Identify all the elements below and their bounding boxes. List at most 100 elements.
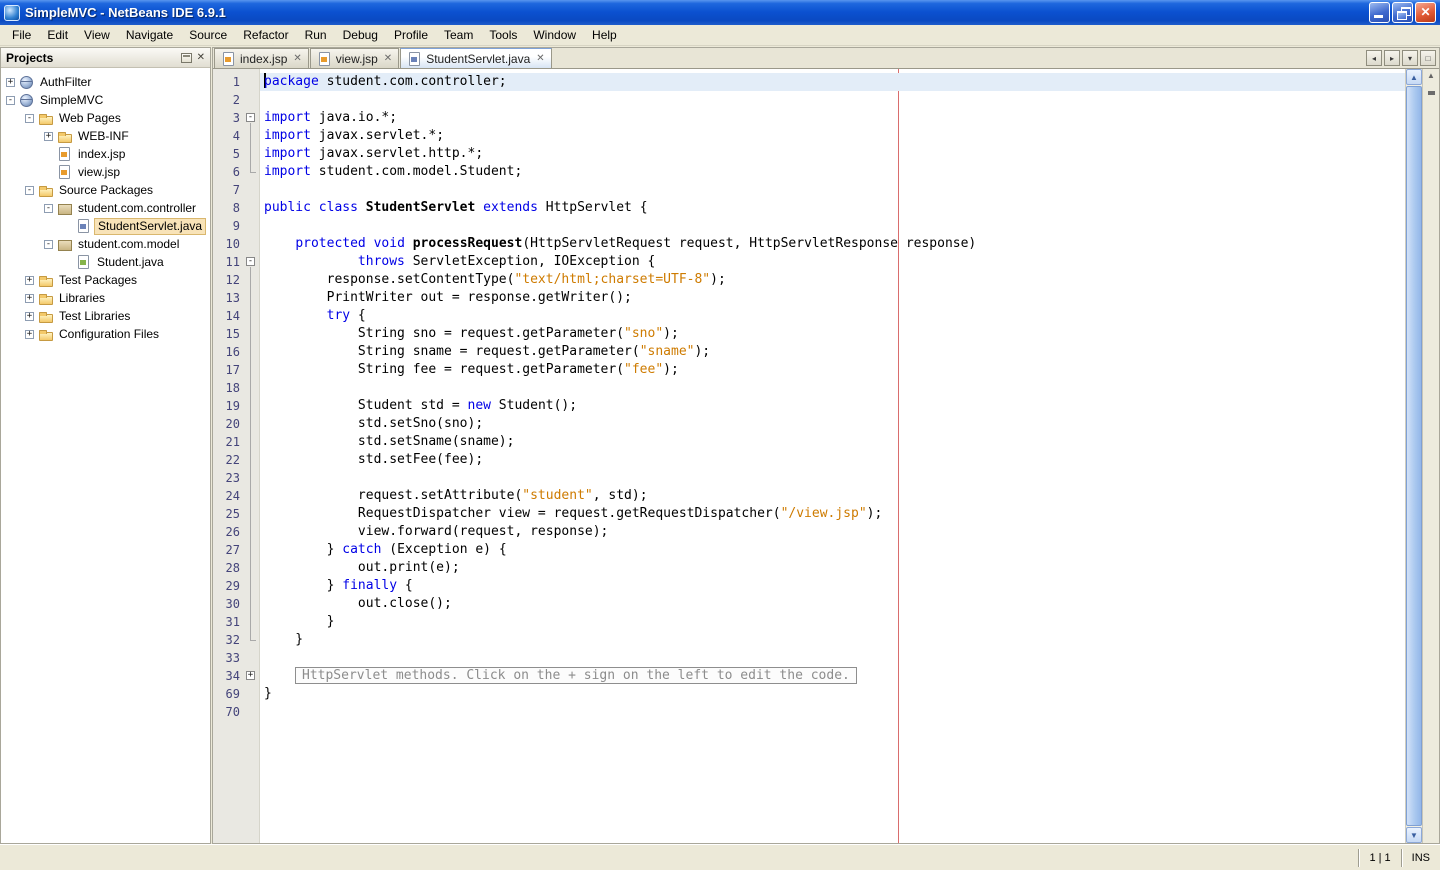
collapse-fold-icon[interactable]: -	[246, 257, 255, 266]
expand-icon[interactable]: +	[25, 276, 34, 285]
collapse-fold-icon[interactable]: -	[246, 113, 255, 122]
menu-view[interactable]: View	[76, 26, 118, 44]
scroll-tabs-right-button[interactable]: ▸	[1384, 50, 1400, 66]
tree-node-test-packages[interactable]: +Test Packages	[1, 271, 210, 289]
tree-node-view-jsp[interactable]: view.jsp	[1, 163, 210, 181]
menu-help[interactable]: Help	[584, 26, 625, 44]
tab-index-jsp[interactable]: index.jsp✕	[214, 48, 309, 68]
opened-documents-list-button[interactable]: ▾	[1402, 50, 1418, 66]
menu-team[interactable]: Team	[436, 26, 481, 44]
tab-studentservlet-java[interactable]: StudentServlet.java✕	[400, 48, 551, 68]
code-line-3[interactable]: 3-import java.io.*;	[213, 109, 1407, 127]
collapse-icon[interactable]: -	[44, 240, 53, 249]
code-line-16[interactable]: 16 String sname = request.getParameter("…	[213, 343, 1407, 361]
code-line-10[interactable]: 10 protected void processRequest(HttpSer…	[213, 235, 1407, 253]
scroll-tabs-left-button[interactable]: ◂	[1366, 50, 1382, 66]
tree-node-index-jsp[interactable]: index.jsp	[1, 145, 210, 163]
expand-icon[interactable]: +	[6, 78, 15, 87]
code-line-23[interactable]: 23	[213, 469, 1407, 487]
tree-node-test-libraries[interactable]: +Test Libraries	[1, 307, 210, 325]
collapse-icon[interactable]: -	[25, 114, 34, 123]
tree-node-configuration-files[interactable]: +Configuration Files	[1, 325, 210, 343]
code-line-2[interactable]: 2	[213, 91, 1407, 109]
scroll-up-icon[interactable]: ▲	[1406, 69, 1422, 85]
expand-icon[interactable]: +	[25, 330, 34, 339]
code-line-5[interactable]: 5import javax.servlet.http.*;	[213, 145, 1407, 163]
menu-run[interactable]: Run	[297, 26, 335, 44]
code-line-21[interactable]: 21 std.setSname(sname);	[213, 433, 1407, 451]
close-button[interactable]	[1415, 2, 1436, 23]
code-line-29[interactable]: 29 } finally {	[213, 577, 1407, 595]
code-line-26[interactable]: 26 view.forward(request, response);	[213, 523, 1407, 541]
minimize-button[interactable]	[1369, 2, 1390, 23]
menu-navigate[interactable]: Navigate	[118, 26, 181, 44]
menu-profile[interactable]: Profile	[386, 26, 436, 44]
tree-node-web-pages[interactable]: -Web Pages	[1, 109, 210, 127]
tree-node-web-inf[interactable]: +WEB-INF	[1, 127, 210, 145]
tree-node-libraries[interactable]: +Libraries	[1, 289, 210, 307]
code-line-1[interactable]: 1package student.com.controller;	[213, 73, 1407, 91]
code-line-19[interactable]: 19 Student std = new Student();	[213, 397, 1407, 415]
menu-window[interactable]: Window	[525, 26, 584, 44]
code-line-22[interactable]: 22 std.setFee(fee);	[213, 451, 1407, 469]
close-tab-icon[interactable]: ✕	[536, 54, 544, 64]
code-line-12[interactable]: 12 response.setContentType("text/html;ch…	[213, 271, 1407, 289]
code-line-15[interactable]: 15 String sno = request.getParameter("sn…	[213, 325, 1407, 343]
code-line-69[interactable]: 69}	[213, 685, 1407, 703]
expand-icon[interactable]: +	[44, 132, 53, 141]
code-line-18[interactable]: 18	[213, 379, 1407, 397]
menu-file[interactable]: File	[4, 26, 39, 44]
code-editor[interactable]: 1package student.com.controller;23-impor…	[213, 69, 1407, 843]
code-line-70[interactable]: 70	[213, 703, 1407, 721]
collapse-icon[interactable]: -	[25, 186, 34, 195]
caret-position-mark[interactable]	[1428, 91, 1435, 95]
minimize-window-icon[interactable]	[181, 53, 192, 63]
expand-icon[interactable]: +	[25, 312, 34, 321]
code-line-4[interactable]: 4import javax.servlet.*;	[213, 127, 1407, 145]
maximize-editor-button[interactable]: □	[1420, 50, 1436, 66]
expand-fold-icon[interactable]: +	[246, 671, 255, 680]
close-tab-icon[interactable]: ✕	[293, 54, 301, 64]
code-line-8[interactable]: 8public class StudentServlet extends Htt…	[213, 199, 1407, 217]
collapse-icon[interactable]: -	[6, 96, 15, 105]
code-line-20[interactable]: 20 std.setSno(sno);	[213, 415, 1407, 433]
code-line-33[interactable]: 33	[213, 649, 1407, 667]
close-tab-icon[interactable]: ✕	[384, 54, 392, 64]
close-panel-icon[interactable]: ✕	[197, 53, 205, 63]
code-line-30[interactable]: 30 out.close();	[213, 595, 1407, 613]
menu-source[interactable]: Source	[181, 26, 235, 44]
tree-node-student-java[interactable]: Student.java	[1, 253, 210, 271]
tree-node-student-com-model[interactable]: -student.com.model	[1, 235, 210, 253]
code-line-31[interactable]: 31 }	[213, 613, 1407, 631]
collapse-icon[interactable]: -	[44, 204, 53, 213]
code-line-25[interactable]: 25 RequestDispatcher view = request.getR…	[213, 505, 1407, 523]
code-line-32[interactable]: 32 }	[213, 631, 1407, 649]
code-line-17[interactable]: 17 String fee = request.getParameter("fe…	[213, 361, 1407, 379]
menu-tools[interactable]: Tools	[481, 26, 525, 44]
code-line-24[interactable]: 24 request.setAttribute("student", std);	[213, 487, 1407, 505]
tree-node-source-packages[interactable]: -Source Packages	[1, 181, 210, 199]
vertical-scrollbar[interactable]: ▲ ▼	[1405, 69, 1422, 843]
expand-icon[interactable]: +	[25, 294, 34, 303]
code-line-13[interactable]: 13 PrintWriter out = response.getWriter(…	[213, 289, 1407, 307]
folded-code-placeholder[interactable]: HttpServlet methods. Click on the + sign…	[295, 667, 857, 684]
code-line-28[interactable]: 28 out.print(e);	[213, 559, 1407, 577]
code-line-6[interactable]: 6import student.com.model.Student;	[213, 163, 1407, 181]
code-line-9[interactable]: 9	[213, 217, 1407, 235]
scroll-down-icon[interactable]: ▼	[1406, 827, 1422, 843]
menu-debug[interactable]: Debug	[335, 26, 386, 44]
tab-view-jsp[interactable]: view.jsp✕	[310, 48, 399, 68]
code-line-7[interactable]: 7	[213, 181, 1407, 199]
tree-node-student-com-controller[interactable]: -student.com.controller	[1, 199, 210, 217]
stripe-up-icon[interactable]: ▲	[1427, 71, 1435, 80]
menu-refactor[interactable]: Refactor	[235, 26, 296, 44]
tree-node-simplemvc[interactable]: -SimpleMVC	[1, 91, 210, 109]
menu-edit[interactable]: Edit	[39, 26, 76, 44]
tree-node-authfilter[interactable]: +AuthFilter	[1, 73, 210, 91]
scrollbar-thumb[interactable]	[1406, 86, 1422, 826]
code-line-27[interactable]: 27 } catch (Exception e) {	[213, 541, 1407, 559]
restore-button[interactable]	[1392, 2, 1413, 23]
code-line-14[interactable]: 14 try {	[213, 307, 1407, 325]
tree-node-studentservlet-java[interactable]: StudentServlet.java	[1, 217, 210, 235]
code-line-34[interactable]: 34+HttpServlet methods. Click on the + s…	[213, 667, 1407, 685]
